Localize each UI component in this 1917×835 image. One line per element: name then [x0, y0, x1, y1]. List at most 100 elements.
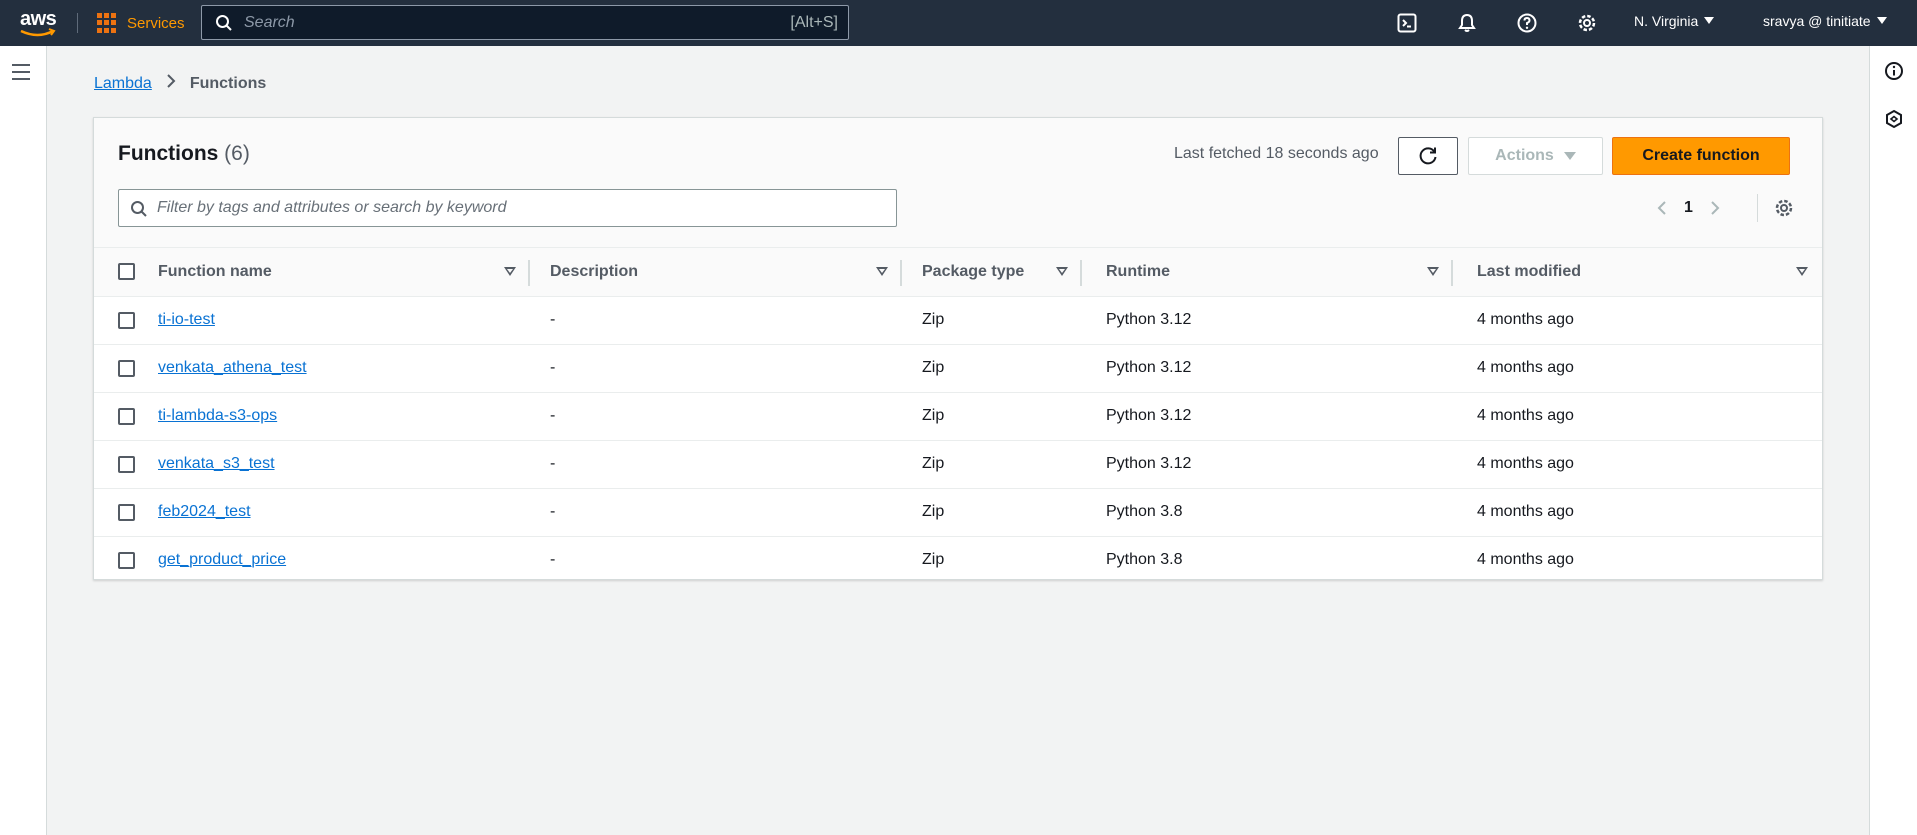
- runtime-cell: Python 3.12: [1082, 392, 1453, 441]
- tools-rail: [1869, 46, 1917, 835]
- function-name-link[interactable]: get_product_price: [158, 551, 286, 568]
- actions-label: Actions: [1495, 147, 1554, 164]
- functions-title: Functions: [118, 142, 219, 165]
- function-name-link[interactable]: ti-io-test: [158, 311, 215, 328]
- refresh-icon: [1419, 147, 1437, 165]
- column-header-function-name[interactable]: Function name: [158, 248, 530, 297]
- description-cell: -: [550, 551, 556, 569]
- sort-icon[interactable]: [504, 267, 516, 277]
- last-fetched-text: Last fetched 18 seconds ago: [1174, 145, 1379, 162]
- column-label: Function name: [158, 262, 272, 280]
- last-modified-cell: 4 months ago: [1453, 488, 1822, 537]
- sort-icon[interactable]: [1427, 267, 1439, 277]
- column-label: Package type: [922, 262, 1025, 280]
- create-function-button[interactable]: Create function: [1612, 137, 1790, 175]
- info-icon[interactable]: [1884, 61, 1904, 81]
- table-row[interactable]: get_product_price - Zip Python 3.8 4 mon…: [94, 536, 1822, 584]
- global-search-input[interactable]: Search [Alt+S]: [201, 5, 849, 40]
- functions-header: Functions (6) Last fetched 18 seconds ag…: [94, 118, 1822, 248]
- gear-icon[interactable]: [1574, 10, 1600, 36]
- cloudshell-icon[interactable]: [1394, 10, 1420, 36]
- divider: [1757, 194, 1758, 222]
- region-label: N. Virginia: [1634, 13, 1699, 29]
- top-navigation: aws Services Search [Alt+S] N. Virginia …: [0, 0, 1917, 46]
- services-label: Services: [127, 14, 185, 32]
- row-checkbox[interactable]: [118, 359, 135, 377]
- create-function-label: Create function: [1642, 147, 1760, 164]
- hexagon-icon[interactable]: [1884, 109, 1904, 129]
- filter-input[interactable]: [157, 196, 877, 220]
- region-selector[interactable]: N. Virginia: [1634, 13, 1715, 29]
- description-cell: -: [530, 344, 902, 393]
- runtime-cell: Python 3.8: [1106, 551, 1183, 569]
- actions-dropdown-button[interactable]: Actions: [1468, 137, 1603, 175]
- page-number[interactable]: 1: [1684, 199, 1693, 217]
- sort-icon[interactable]: [1056, 267, 1068, 277]
- search-placeholder: Search: [244, 14, 295, 31]
- caret-down-icon: [1876, 17, 1887, 24]
- refresh-button[interactable]: [1398, 137, 1458, 175]
- row-checkbox[interactable]: [118, 551, 135, 569]
- package-type-cell: Zip: [902, 296, 1082, 345]
- last-modified-cell: 4 months ago: [1453, 392, 1822, 441]
- sort-icon[interactable]: [1796, 267, 1808, 277]
- chevron-right-icon[interactable]: [1707, 198, 1723, 218]
- column-header-runtime[interactable]: Runtime: [1082, 248, 1453, 297]
- chevron-left-icon[interactable]: [1654, 198, 1670, 218]
- account-menu[interactable]: sravya @ tinitiate: [1763, 13, 1887, 29]
- grid-icon: [97, 13, 117, 33]
- function-name-link[interactable]: ti-lambda-s3-ops: [158, 407, 277, 424]
- runtime-cell: Python 3.12: [1082, 440, 1453, 489]
- search-icon: [131, 201, 147, 217]
- table-row[interactable]: feb2024_test - Zip Python 3.8 4 months a…: [94, 488, 1822, 537]
- aws-logo[interactable]: aws: [18, 6, 60, 40]
- column-header-last-modified[interactable]: Last modified: [1453, 248, 1822, 297]
- column-label: Runtime: [1106, 262, 1170, 280]
- row-checkbox[interactable]: [118, 455, 135, 473]
- search-icon: [216, 15, 232, 31]
- table-row[interactable]: ti-io-test - Zip Python 3.12 4 months ag…: [94, 296, 1822, 345]
- table-preferences-gear-icon[interactable]: [1774, 198, 1794, 223]
- table-row[interactable]: venkata_s3_test - Zip Python 3.12 4 mont…: [94, 440, 1822, 489]
- table-header-row: Function name Description Package type R…: [94, 248, 1822, 297]
- description-cell: -: [530, 440, 902, 489]
- function-name-link[interactable]: venkata_s3_test: [158, 455, 275, 472]
- last-modified-cell: 4 months ago: [1453, 296, 1822, 345]
- breadcrumb-lambda-link[interactable]: Lambda: [94, 75, 152, 93]
- menu-icon[interactable]: [12, 64, 30, 85]
- description-cell: -: [530, 296, 902, 345]
- row-checkbox[interactable]: [118, 311, 135, 329]
- runtime-cell: Python 3.8: [1082, 488, 1453, 537]
- chevron-right-icon: [166, 73, 176, 94]
- table-row[interactable]: ti-lambda-s3-ops - Zip Python 3.12 4 mon…: [94, 392, 1822, 441]
- package-type-cell: Zip: [902, 344, 1082, 393]
- last-modified-cell: 4 months ago: [1477, 551, 1574, 569]
- row-checkbox[interactable]: [118, 503, 135, 521]
- function-name-link[interactable]: venkata_athena_test: [158, 359, 307, 376]
- column-label: Description: [550, 262, 639, 280]
- column-header-package-type[interactable]: Package type: [902, 248, 1082, 297]
- row-checkbox[interactable]: [118, 407, 135, 425]
- functions-table-container: Functions (6) Last fetched 18 seconds ag…: [93, 117, 1823, 580]
- sort-icon[interactable]: [876, 267, 888, 277]
- filter-search-field[interactable]: [118, 189, 897, 227]
- column-header-description[interactable]: Description: [530, 248, 902, 297]
- package-type-cell: Zip: [902, 488, 1082, 537]
- column-label: Last modified: [1477, 262, 1582, 280]
- package-type-cell: Zip: [902, 440, 1082, 489]
- nav-divider: [77, 13, 78, 33]
- table-row[interactable]: venkata_athena_test - Zip Python 3.12 4 …: [94, 344, 1822, 393]
- search-shortcut: [Alt+S]: [790, 14, 838, 31]
- function-name-link[interactable]: feb2024_test: [158, 503, 251, 520]
- last-modified-cell: 4 months ago: [1453, 344, 1822, 393]
- pagination: 1: [1654, 195, 1723, 221]
- help-icon[interactable]: [1514, 10, 1540, 36]
- runtime-cell: Python 3.12: [1082, 296, 1453, 345]
- select-all-checkbox[interactable]: [118, 263, 135, 281]
- package-type-cell: Zip: [902, 392, 1082, 441]
- caret-down-icon: [1704, 17, 1715, 24]
- side-navigation-rail: [0, 46, 47, 835]
- caret-down-icon: [1563, 152, 1576, 160]
- bell-icon[interactable]: [1454, 10, 1480, 36]
- services-menu-button[interactable]: Services: [97, 10, 185, 36]
